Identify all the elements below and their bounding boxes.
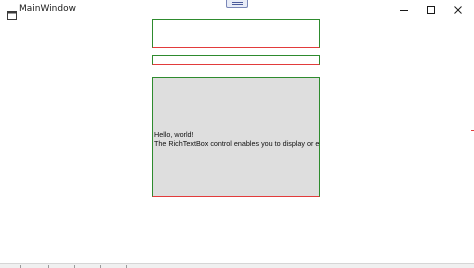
- rich-text-line: The RichTextBox control enables you to d…: [154, 139, 320, 148]
- text-box-1[interactable]: [152, 19, 320, 48]
- main-window: MainWindow Hello, world! The RichTextBox…: [0, 0, 474, 268]
- maximize-icon: [427, 5, 435, 14]
- close-icon: [454, 5, 462, 14]
- bottom-strip: [0, 263, 474, 268]
- rich-text-content: Hello, world! The RichTextBox control en…: [154, 130, 320, 148]
- minimize-icon: [400, 9, 408, 11]
- toolbar-line-icon: [232, 4, 243, 5]
- app-window-icon: [7, 5, 17, 20]
- rich-text-line: Hello, world!: [154, 130, 194, 139]
- toolbar-line-icon: [232, 2, 243, 3]
- debug-toolbar-handle[interactable]: [226, 0, 248, 8]
- minimize-button[interactable]: [390, 0, 418, 19]
- window-title: MainWindow: [19, 4, 76, 14]
- maximize-button[interactable]: [417, 0, 445, 19]
- text-box-2[interactable]: [152, 55, 320, 65]
- close-button[interactable]: [444, 0, 472, 19]
- rich-text-box[interactable]: Hello, world! The RichTextBox control en…: [152, 77, 320, 197]
